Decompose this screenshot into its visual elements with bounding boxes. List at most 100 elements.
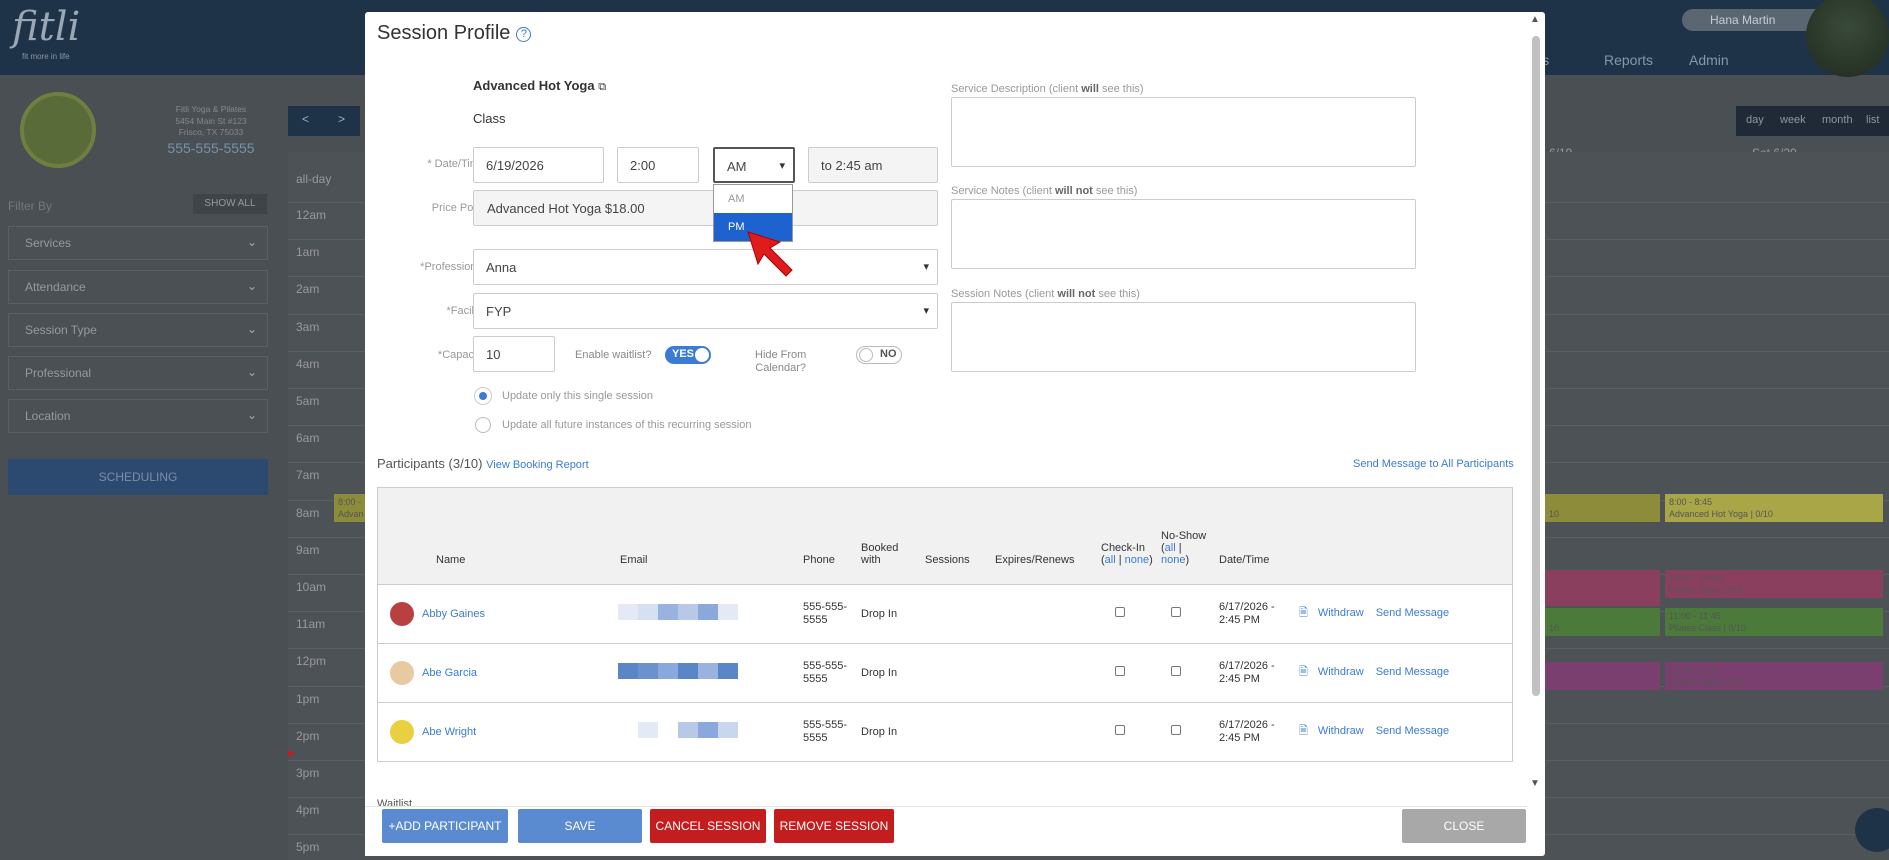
remove-session-button[interactable]: REMOVE SESSION bbox=[774, 809, 894, 843]
update-single-label: Update only this single session bbox=[502, 390, 654, 402]
update-all-label: Update all future instances of this recu… bbox=[502, 419, 752, 431]
participant-name-link[interactable]: Abe Garcia bbox=[422, 666, 477, 678]
view-week[interactable]: week bbox=[1780, 114, 1806, 126]
chevron-down-icon: ▾ bbox=[779, 160, 785, 172]
avatar bbox=[390, 601, 414, 626]
participant-name-link[interactable]: Abby Gaines bbox=[422, 607, 485, 619]
calendar-event[interactable]: 10 bbox=[1545, 494, 1660, 522]
service-name: Advanced Hot Yoga ⧉ bbox=[473, 78, 607, 93]
add-participant-button[interactable]: +ADD PARTICIPANT bbox=[382, 809, 508, 843]
hour-label: 9am bbox=[296, 542, 320, 557]
calendar-event[interactable]: 10 bbox=[1545, 608, 1660, 636]
checkin-all-link[interactable]: all bbox=[1105, 554, 1116, 566]
participant-name-link[interactable]: Abe Wright bbox=[422, 726, 476, 738]
cancel-session-button[interactable]: CANCEL SESSION bbox=[650, 809, 766, 843]
noshow-all-link[interactable]: all bbox=[1165, 542, 1176, 554]
avatar bbox=[390, 719, 414, 744]
col-check-in: Check-In (all | none) bbox=[1097, 488, 1157, 584]
date-input[interactable]: 6/19/2026 bbox=[473, 147, 604, 183]
booked-with-cell: Drop In bbox=[857, 701, 921, 761]
calendar-view-switcher: day week month list bbox=[1736, 106, 1889, 136]
withdraw-link[interactable]: Withdraw bbox=[1318, 725, 1364, 737]
withdraw-link[interactable]: Withdraw bbox=[1318, 607, 1364, 619]
calendar-event[interactable] bbox=[1545, 570, 1660, 606]
send-message-link[interactable]: Send Message bbox=[1376, 666, 1449, 678]
filter-attendance[interactable]: Attendance ⌄ bbox=[8, 270, 268, 304]
service-type: Class bbox=[473, 111, 506, 126]
chevron-down-icon: ▾ bbox=[923, 305, 929, 317]
filter-by-label: Filter By bbox=[8, 199, 53, 213]
price-point-field[interactable]: Advanced Hot Yoga $18.00 bbox=[473, 190, 938, 226]
col-expires: Expires/Renews bbox=[991, 488, 1097, 584]
send-message-all-link[interactable]: Send Message to All Participants bbox=[1353, 458, 1514, 470]
filter-session-type[interactable]: Session Type ⌄ bbox=[8, 313, 268, 347]
no-show-checkbox[interactable] bbox=[1171, 725, 1181, 736]
phone-cell: 555-555-5555 bbox=[799, 701, 857, 761]
view-day[interactable]: day bbox=[1746, 114, 1764, 126]
calendar-event[interactable]: 11:00 - 11:45 Pilates Class | 0/10 bbox=[1665, 608, 1883, 636]
option-am[interactable]: AM bbox=[714, 185, 792, 213]
save-button[interactable]: SAVE bbox=[518, 809, 642, 843]
capacity-input[interactable]: 10 bbox=[473, 336, 555, 372]
check-in-checkbox[interactable] bbox=[1115, 725, 1125, 736]
nav-reports[interactable]: Reports bbox=[1604, 52, 1653, 68]
receipt-icon[interactable]: 🗎 bbox=[1299, 666, 1308, 678]
service-notes-textarea[interactable] bbox=[951, 199, 1416, 269]
calendar-event[interactable]: 12:30 - 1:15 Family Yoga | 0/10 bbox=[1665, 662, 1883, 690]
scheduling-button[interactable]: SCHEDULING bbox=[8, 459, 268, 495]
start-time-input[interactable]: 2:00 bbox=[617, 147, 699, 183]
no-show-checkbox[interactable] bbox=[1171, 607, 1181, 617]
nav-admin[interactable]: Admin bbox=[1689, 52, 1729, 68]
next-arrow-icon[interactable]: > bbox=[338, 112, 345, 126]
col-no-show: No-Show (all | none) bbox=[1157, 488, 1215, 584]
participants-table: Name Email Phone Booked with Sessions Ex… bbox=[378, 488, 1512, 761]
help-icon[interactable]: ? bbox=[516, 27, 532, 42]
filter-location[interactable]: Location ⌄ bbox=[8, 399, 268, 433]
capacity-label: *Capacity bbox=[437, 349, 485, 361]
copy-icon[interactable]: ⧉ bbox=[598, 81, 606, 93]
withdraw-link[interactable]: Withdraw bbox=[1318, 666, 1364, 678]
view-list[interactable]: list bbox=[1866, 114, 1879, 126]
modal-scrollbar[interactable]: ▲ ▼ bbox=[1527, 12, 1545, 792]
radio-update-all[interactable] bbox=[475, 417, 491, 433]
col-date-time: Date/Time bbox=[1215, 488, 1295, 584]
receipt-icon[interactable]: 🗎 bbox=[1299, 725, 1308, 737]
calendar-event[interactable]: 8:00 - Advan bbox=[334, 494, 366, 522]
hide-from-calendar-toggle[interactable]: NO bbox=[856, 346, 902, 364]
receipt-icon[interactable]: 🗎 bbox=[1299, 607, 1308, 619]
view-booking-report-link[interactable]: View Booking Report bbox=[486, 459, 589, 471]
close-button[interactable]: CLOSE bbox=[1402, 809, 1526, 843]
booking-datetime-cell: 6/17/2026 - 2:45 PM bbox=[1215, 583, 1295, 643]
session-profile-modal: Session Profile? ▲ ▼ Advanced Hot Yoga ⧉… bbox=[365, 12, 1545, 856]
calendar-event[interactable]: 8:00 - 8:45 Advanced Hot Yoga | 0/10 bbox=[1665, 494, 1883, 522]
calendar-event[interactable] bbox=[1545, 662, 1660, 690]
service-description-textarea[interactable] bbox=[951, 97, 1416, 167]
organization-address: Fitli Yoga & Pilates 5454 Main St #123 Fri… bbox=[175, 104, 247, 137]
check-in-checkbox[interactable] bbox=[1115, 607, 1125, 617]
send-message-link[interactable]: Send Message bbox=[1376, 607, 1449, 619]
cursor-arrow-icon bbox=[747, 231, 793, 277]
modal-title: Session Profile? bbox=[377, 22, 532, 45]
send-message-link[interactable]: Send Message bbox=[1376, 725, 1449, 737]
ampm-select[interactable]: AM ▾ bbox=[713, 147, 795, 183]
hour-label: 11am bbox=[296, 617, 326, 632]
filter-services[interactable]: Services ⌄ bbox=[8, 226, 268, 260]
check-in-checkbox[interactable] bbox=[1115, 666, 1125, 676]
prev-arrow-icon[interactable]: < bbox=[302, 112, 309, 126]
show-all-button[interactable]: SHOW ALL bbox=[193, 194, 267, 214]
no-show-checkbox[interactable] bbox=[1171, 666, 1181, 676]
booking-datetime-cell: 6/17/2026 - 2:45 PM bbox=[1215, 642, 1295, 702]
professional-select[interactable]: Anna ▾ bbox=[473, 249, 938, 285]
calendar-event[interactable]: 10:00 - 10:45 Family Yoga | 0/10 bbox=[1665, 570, 1883, 598]
facility-select[interactable]: FYP ▾ bbox=[473, 293, 938, 329]
scroll-thumb[interactable] bbox=[1532, 36, 1540, 696]
checkin-none-link[interactable]: none bbox=[1125, 554, 1149, 566]
noshow-none-link[interactable]: none bbox=[1161, 554, 1185, 566]
fitli-logo[interactable]: fitli bbox=[12, 4, 80, 50]
view-month[interactable]: month bbox=[1822, 114, 1853, 126]
radio-update-single[interactable] bbox=[475, 388, 491, 404]
session-notes-textarea[interactable] bbox=[951, 302, 1416, 372]
waitlist-toggle[interactable]: YES bbox=[665, 346, 711, 364]
sessions-cell bbox=[921, 583, 991, 643]
filter-professional[interactable]: Professional ⌄ bbox=[8, 356, 268, 390]
